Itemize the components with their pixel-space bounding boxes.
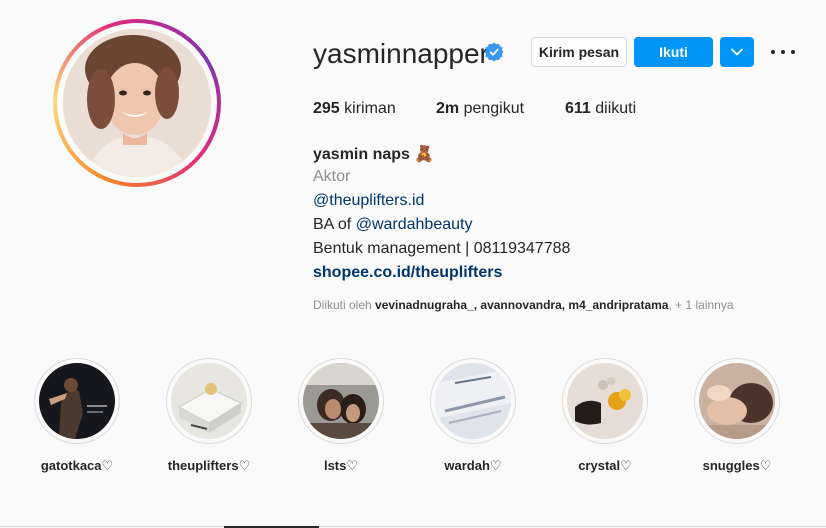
highlight-label: theuplifters♡ <box>167 458 251 473</box>
profile-username: yasminnapper <box>313 38 489 69</box>
highlight-label: wardah♡ <box>444 458 502 473</box>
profile-avatar[interactable] <box>63 29 211 177</box>
dot <box>771 50 775 54</box>
highlight-cover <box>567 363 643 439</box>
profile-category: Aktor <box>313 168 351 185</box>
follow-button[interactable]: Ikuti <box>634 37 713 67</box>
followed-by-names: vevinadnugraha_, avannovandra, m4_andrip… <box>375 298 669 312</box>
followed-by[interactable]: Diikuti oleh vevinadnugraha_, avannovand… <box>313 298 734 312</box>
highlight-cover <box>303 363 379 439</box>
profile-avatar-ring[interactable] <box>53 19 221 187</box>
message-button[interactable]: Kirim pesan <box>531 37 627 67</box>
ba-prefix: BA of <box>313 216 356 233</box>
following-count: 611 <box>565 100 591 117</box>
bio-management-line: Bentuk management | 08119347788 <box>313 240 571 257</box>
followers-stat[interactable]: 2m pengikut <box>436 100 524 118</box>
highlight-label: crystal♡ <box>578 458 632 473</box>
avatar-portrait <box>63 29 211 177</box>
full-name-text: yasmin naps <box>313 146 410 163</box>
following-stat[interactable]: 611 diikuti <box>565 100 636 118</box>
highlight-ring <box>298 358 384 444</box>
highlight-cover <box>435 363 511 439</box>
profile-full-name: yasmin naps 🧸 <box>313 144 434 164</box>
teddy-bear-emoji: 🧸 <box>414 146 435 163</box>
mention-theuplifters[interactable]: @theuplifters.id <box>313 192 424 210</box>
bio-ba-line: BA of @wardahbeauty <box>313 216 472 234</box>
highlight-ring <box>562 358 648 444</box>
tabs-divider <box>0 526 826 527</box>
highlight-ring <box>694 358 780 444</box>
highlight-item[interactable]: gatotkaca♡ <box>32 358 122 474</box>
followers-label: pengikut <box>463 100 525 117</box>
highlight-cover <box>699 363 775 439</box>
dot <box>791 50 795 54</box>
bio-external-link[interactable]: shopee.co.id/theuplifters <box>313 264 502 282</box>
posts-stat: 295 kiriman <box>313 100 396 118</box>
highlight-item[interactable]: wardah♡ <box>428 358 518 474</box>
highlight-item[interactable]: snuggles♡ <box>692 358 782 474</box>
followed-by-suffix: , + 1 lainnya <box>668 298 734 312</box>
highlight-label: lsts♡ <box>323 458 359 473</box>
highlight-label: snuggles♡ <box>702 458 772 473</box>
highlight-cover <box>39 363 115 439</box>
following-label: diikuti <box>595 100 637 117</box>
suggested-dropdown-button[interactable] <box>720 37 754 67</box>
highlight-item[interactable]: crystal♡ <box>560 358 650 474</box>
posts-count: 295 <box>313 100 340 117</box>
highlight-item[interactable]: theuplifters♡ <box>164 358 254 474</box>
highlight-ring <box>166 358 252 444</box>
highlight-label: gatotkaca♡ <box>40 458 114 473</box>
chevron-down-icon <box>731 48 743 56</box>
more-options-icon[interactable] <box>771 43 795 61</box>
verified-badge-icon <box>484 42 504 62</box>
posts-label: kiriman <box>344 100 396 117</box>
mention-wardahbeauty[interactable]: @wardahbeauty <box>356 216 473 233</box>
highlight-cover <box>171 363 247 439</box>
followed-by-prefix: Diikuti oleh <box>313 298 376 312</box>
dot <box>781 50 785 54</box>
followers-count: 2m <box>436 100 460 117</box>
highlight-item[interactable]: lsts♡ <box>296 358 386 474</box>
highlight-ring <box>34 358 120 444</box>
highlight-ring <box>430 358 516 444</box>
